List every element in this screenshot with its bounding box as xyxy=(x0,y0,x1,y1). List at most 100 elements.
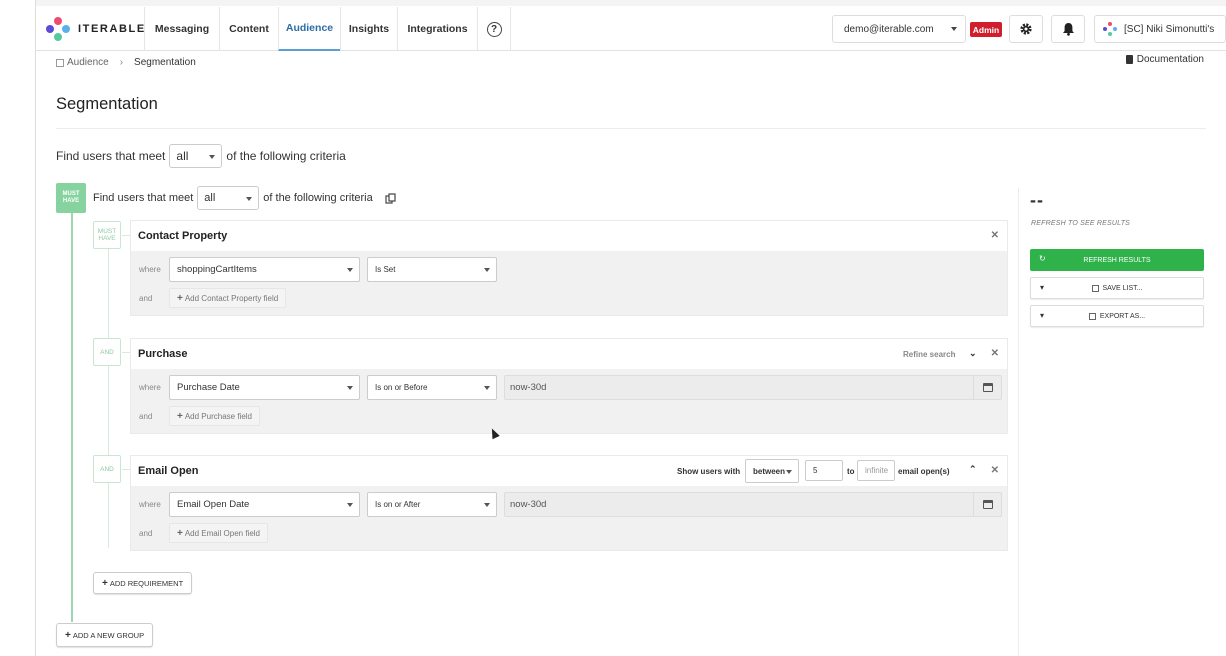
chevron-down-icon xyxy=(951,27,957,31)
group-criteria-row: Find users that meet all of the followin… xyxy=(93,186,396,210)
purchase-card: Purchase Refine search ⌄ ✕ where Purchas… xyxy=(130,338,1008,434)
refine-search-link[interactable]: Refine search xyxy=(903,350,955,359)
and-label: and xyxy=(139,412,153,421)
export-label: EXPORT AS... xyxy=(1099,312,1146,320)
email-open-operator-select[interactable]: Is on or After xyxy=(367,492,497,517)
iterable-logo[interactable]: ITERABLE xyxy=(46,17,146,41)
chevron-up-icon[interactable]: ⌃ xyxy=(969,464,977,475)
admin-badge: Admin xyxy=(970,22,1002,37)
purchase-operator-value: Is on or Before xyxy=(375,383,428,392)
nav-item-messaging[interactable]: Messaging xyxy=(144,7,219,51)
save-list-button[interactable]: ▾ SAVE LIST... xyxy=(1030,277,1204,299)
email-open-date-value: now-30d xyxy=(510,499,547,510)
export-icon xyxy=(1088,312,1096,320)
caret-down-icon: ▾ xyxy=(1040,311,1045,320)
gear-icon xyxy=(1020,23,1032,35)
add-group-label: ADD A NEW GROUP xyxy=(72,630,145,640)
where-label: where xyxy=(139,500,161,509)
email-open-field-select[interactable]: Email Open Date xyxy=(169,492,360,517)
group-tree-line xyxy=(71,212,73,622)
breadcrumb-audience[interactable]: Audience xyxy=(67,57,109,68)
where-label: where xyxy=(139,383,161,392)
nav-item-content[interactable]: Content xyxy=(219,7,278,51)
contact-operator-select[interactable]: Is Set xyxy=(367,257,497,282)
refresh-results-button[interactable]: ↻ REFRESH RESULTS xyxy=(1030,249,1204,271)
app: ITERABLE Messaging Content Audience Insi… xyxy=(36,0,1226,656)
copy-icon[interactable] xyxy=(385,192,396,204)
card-3-connector-badge: AND xyxy=(93,455,121,483)
chevron-down-icon xyxy=(246,197,253,201)
add-requirement-button[interactable]: + ADD REQUIREMENT xyxy=(93,572,193,594)
purchase-field-select[interactable]: Purchase Date xyxy=(169,375,360,400)
group-match-value: all xyxy=(204,192,216,204)
close-icon[interactable]: ✕ xyxy=(991,230,999,241)
chevron-down-icon xyxy=(786,470,792,474)
settings-button[interactable] xyxy=(1009,15,1043,43)
and-label: and xyxy=(139,529,153,538)
user-project-switcher[interactable]: [SC] Niki Simonutti's xyxy=(1094,15,1226,43)
calendar-button[interactable] xyxy=(973,376,1001,399)
nav-item-integrations[interactable]: Integrations xyxy=(397,7,477,51)
export-as-button[interactable]: ▾ EXPORT AS... xyxy=(1030,305,1204,327)
and-label: and xyxy=(139,294,153,303)
chevron-down-icon[interactable]: ⌄ xyxy=(969,348,977,359)
nav-item-insights[interactable]: Insights xyxy=(340,7,397,51)
add-purchase-field-button[interactable]: + Add Purchase field xyxy=(169,406,260,426)
breadcrumb: Audience › Segmentation xyxy=(56,57,196,68)
contact-field-select[interactable]: shoppingCartItems xyxy=(169,257,360,282)
close-icon[interactable]: ✕ xyxy=(991,465,999,476)
book-icon xyxy=(1125,55,1133,64)
card-2-connector-badge: AND xyxy=(93,338,121,366)
group-criteria-prefix: Find users that meet xyxy=(93,192,194,204)
card-connector-line xyxy=(108,248,109,548)
range-to-input[interactable]: infinite xyxy=(857,460,895,481)
card-body: where Email Open Date Is on or After now… xyxy=(131,486,1007,550)
documentation-link[interactable]: Documentation xyxy=(1125,54,1204,65)
group-criteria-suffix: of the following criteria xyxy=(263,192,373,204)
range-from-value: 5 xyxy=(813,466,818,475)
nav-item-audience[interactable]: Audience xyxy=(278,7,340,51)
purchase-date-input[interactable]: now-30d xyxy=(504,375,1002,400)
plus-icon: + xyxy=(177,410,183,422)
card-body: where Purchase Date Is on or Before now-… xyxy=(131,369,1007,433)
nav-item-help[interactable]: ? xyxy=(477,7,511,51)
outer-match-select[interactable]: all xyxy=(169,144,223,168)
email-open-operator-value: Is on or After xyxy=(375,500,421,509)
divider xyxy=(56,128,1206,129)
add-field-label: Add Contact Property field xyxy=(184,293,279,303)
bell-icon xyxy=(1062,23,1074,36)
group-match-select[interactable]: all xyxy=(197,186,260,210)
add-contact-property-field-button[interactable]: + Add Contact Property field xyxy=(169,288,287,308)
card-title: Purchase xyxy=(138,348,188,360)
range-from-input[interactable]: 5 xyxy=(805,460,843,481)
range-unit-label: email open(s) xyxy=(898,467,950,476)
purchase-operator-select[interactable]: Is on or Before xyxy=(367,375,497,400)
email-open-date-input[interactable]: now-30d xyxy=(504,492,1002,517)
card-header: Contact Property ✕ xyxy=(131,221,1007,251)
add-new-group-button[interactable]: + ADD A NEW GROUP xyxy=(56,623,154,647)
account-email: demo@iterable.com xyxy=(844,23,934,35)
account-select[interactable]: demo@iterable.com xyxy=(832,15,966,43)
chevron-down-icon xyxy=(347,268,353,272)
purchase-field-value: Purchase Date xyxy=(177,382,240,393)
results-note: REFRESH TO SEE RESULTS xyxy=(1031,220,1131,227)
breadcrumb-separator: › xyxy=(119,57,124,68)
add-email-open-field-button[interactable]: + Add Email Open field xyxy=(169,523,268,543)
notifications-button[interactable] xyxy=(1051,15,1085,43)
connector-tick xyxy=(122,235,130,236)
range-operator-value: between xyxy=(753,466,786,476)
page-title: Segmentation xyxy=(56,95,158,113)
plus-icon: + xyxy=(65,629,71,641)
card-header: Email Open Show users with between 5 to … xyxy=(131,456,1007,486)
calendar-button[interactable] xyxy=(973,493,1001,516)
card-title: Contact Property xyxy=(138,230,228,242)
caret-down-icon: ▾ xyxy=(1040,283,1045,292)
add-requirement-label: ADD REQUIREMENT xyxy=(109,578,184,588)
chevron-down-icon xyxy=(484,386,490,390)
range-operator-select[interactable]: between xyxy=(745,459,799,483)
refresh-label: REFRESH RESULTS xyxy=(1083,256,1151,264)
plus-icon: + xyxy=(102,577,108,589)
contact-field-value: shoppingCartItems xyxy=(177,264,257,275)
card-title: Email Open xyxy=(138,465,199,477)
close-icon[interactable]: ✕ xyxy=(991,348,999,359)
